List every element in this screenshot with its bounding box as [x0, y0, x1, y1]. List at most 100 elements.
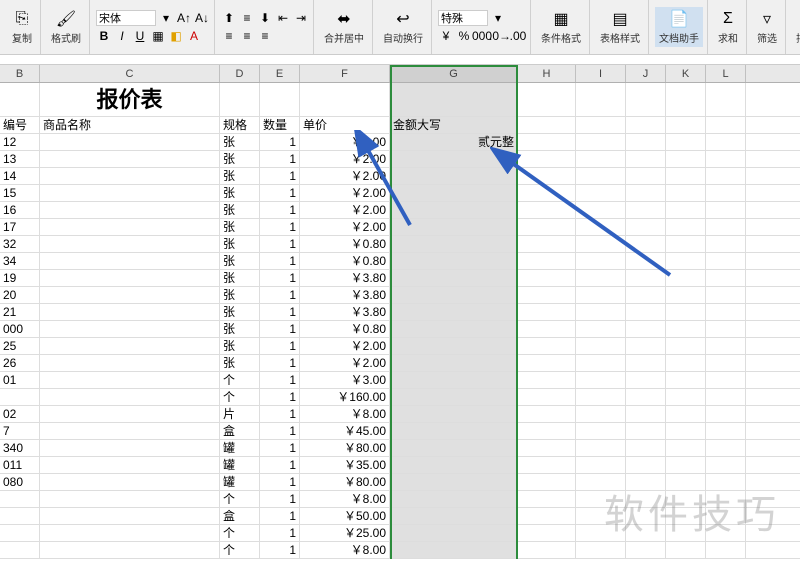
- cell-id[interactable]: 20: [0, 287, 40, 303]
- cell-spec[interactable]: 张: [220, 355, 260, 371]
- cell-spec[interactable]: 张: [220, 270, 260, 286]
- cell-amount-cn[interactable]: [390, 219, 518, 235]
- cell-id[interactable]: 17: [0, 219, 40, 235]
- cell-amount-cn[interactable]: [390, 202, 518, 218]
- cell-spec[interactable]: 张: [220, 185, 260, 201]
- cell-name[interactable]: [40, 525, 220, 541]
- underline-button[interactable]: U: [132, 28, 148, 44]
- italic-button[interactable]: I: [114, 28, 130, 44]
- cell-price[interactable]: ￥50.00: [300, 508, 390, 524]
- cell-spec[interactable]: 张: [220, 338, 260, 354]
- cell-qty[interactable]: 1: [260, 525, 300, 541]
- font-grow-icon[interactable]: A↑: [176, 10, 192, 26]
- cell-name[interactable]: [40, 491, 220, 507]
- col-header-d[interactable]: D: [220, 65, 260, 82]
- table-style-button[interactable]: ▤ 表格样式: [596, 7, 644, 47]
- cell-id[interactable]: 12: [0, 134, 40, 150]
- align-center-button[interactable]: ≡: [239, 28, 255, 44]
- col-header-e[interactable]: E: [260, 65, 300, 82]
- cell-amount-cn[interactable]: [390, 185, 518, 201]
- cell-id[interactable]: 340: [0, 440, 40, 456]
- cell-name[interactable]: [40, 168, 220, 184]
- align-left-button[interactable]: ≡: [221, 28, 237, 44]
- cell-spec[interactable]: 张: [220, 151, 260, 167]
- title-cell[interactable]: 报价表: [40, 83, 220, 116]
- cell-amount-cn[interactable]: [390, 389, 518, 405]
- cell-price[interactable]: ￥8.00: [300, 491, 390, 507]
- cell-price[interactable]: ￥35.00: [300, 457, 390, 473]
- font-shrink-icon[interactable]: A↓: [194, 10, 210, 26]
- cell-id[interactable]: [0, 508, 40, 524]
- cell-qty[interactable]: 1: [260, 406, 300, 422]
- col-header-l[interactable]: L: [706, 65, 746, 82]
- comma-button[interactable]: 000: [474, 28, 490, 44]
- align-bottom-button[interactable]: ⬇: [257, 10, 273, 26]
- cell-price[interactable]: ￥0.80: [300, 321, 390, 337]
- cell-amount-cn[interactable]: [390, 151, 518, 167]
- cell-qty[interactable]: 1: [260, 355, 300, 371]
- decimal-dec-button[interactable]: .00: [510, 28, 526, 44]
- cell-amount-cn[interactable]: [390, 440, 518, 456]
- cell-qty[interactable]: 1: [260, 440, 300, 456]
- col-header-h[interactable]: H: [518, 65, 576, 82]
- indent-inc-button[interactable]: ⇥: [293, 10, 309, 26]
- cell-id[interactable]: 01: [0, 372, 40, 388]
- cell-id[interactable]: 080: [0, 474, 40, 490]
- cell-spec[interactable]: 盒: [220, 508, 260, 524]
- bold-button[interactable]: B: [96, 28, 112, 44]
- cell-spec[interactable]: 张: [220, 236, 260, 252]
- cell-name[interactable]: [40, 338, 220, 354]
- cell-qty[interactable]: 1: [260, 389, 300, 405]
- font-size-down-icon[interactable]: ▾: [158, 10, 174, 26]
- font-name-select[interactable]: [96, 10, 156, 26]
- cell-id[interactable]: 14: [0, 168, 40, 184]
- cell-name[interactable]: [40, 508, 220, 524]
- decimal-inc-button[interactable]: .0→: [492, 28, 508, 44]
- cell-name[interactable]: [40, 457, 220, 473]
- cell-price[interactable]: ￥3.00: [300, 372, 390, 388]
- cell-amount-cn[interactable]: [390, 338, 518, 354]
- cell-name[interactable]: [40, 185, 220, 201]
- cell-qty[interactable]: 1: [260, 253, 300, 269]
- header-qty[interactable]: 数量: [260, 117, 300, 133]
- cell-qty[interactable]: 1: [260, 185, 300, 201]
- cell-amount-cn[interactable]: 贰元整: [390, 134, 518, 150]
- cell-qty[interactable]: 1: [260, 542, 300, 558]
- cell-qty[interactable]: 1: [260, 457, 300, 473]
- col-header-c[interactable]: C: [40, 65, 220, 82]
- cell-amount-cn[interactable]: [390, 508, 518, 524]
- align-right-button[interactable]: ≡: [257, 28, 273, 44]
- cell-id[interactable]: 02: [0, 406, 40, 422]
- cell-name[interactable]: [40, 440, 220, 456]
- copy-button[interactable]: ⎘ 复制: [8, 7, 36, 47]
- cell-price[interactable]: ￥80.00: [300, 474, 390, 490]
- cell-name[interactable]: [40, 202, 220, 218]
- col-header-b[interactable]: B: [0, 65, 40, 82]
- format-painter-button[interactable]: 🖌 格式刷: [47, 7, 85, 47]
- cell-name[interactable]: [40, 304, 220, 320]
- cell-amount-cn[interactable]: [390, 457, 518, 473]
- cell-spec[interactable]: 张: [220, 287, 260, 303]
- cell-id[interactable]: 32: [0, 236, 40, 252]
- cell-name[interactable]: [40, 321, 220, 337]
- cell-qty[interactable]: 1: [260, 236, 300, 252]
- cell-spec[interactable]: 张: [220, 304, 260, 320]
- cell-price[interactable]: ￥2.00: [300, 219, 390, 235]
- cell-amount-cn[interactable]: [390, 542, 518, 558]
- cell-qty[interactable]: 1: [260, 304, 300, 320]
- cell-spec[interactable]: 罐: [220, 440, 260, 456]
- cell-price[interactable]: ￥8.00: [300, 406, 390, 422]
- cell-amount-cn[interactable]: [390, 321, 518, 337]
- cell-name[interactable]: [40, 423, 220, 439]
- col-header-i[interactable]: I: [576, 65, 626, 82]
- cell-amount-cn[interactable]: [390, 253, 518, 269]
- cell-price[interactable]: ￥8.00: [300, 542, 390, 558]
- sum-button[interactable]: Σ 求和: [714, 7, 742, 47]
- cell-amount-cn[interactable]: [390, 168, 518, 184]
- cell-id[interactable]: 13: [0, 151, 40, 167]
- cell-spec[interactable]: 张: [220, 321, 260, 337]
- cell-spec[interactable]: 个: [220, 491, 260, 507]
- dropdown-icon[interactable]: ▾: [490, 10, 506, 26]
- border-button[interactable]: ▦: [150, 28, 166, 44]
- cell-name[interactable]: [40, 253, 220, 269]
